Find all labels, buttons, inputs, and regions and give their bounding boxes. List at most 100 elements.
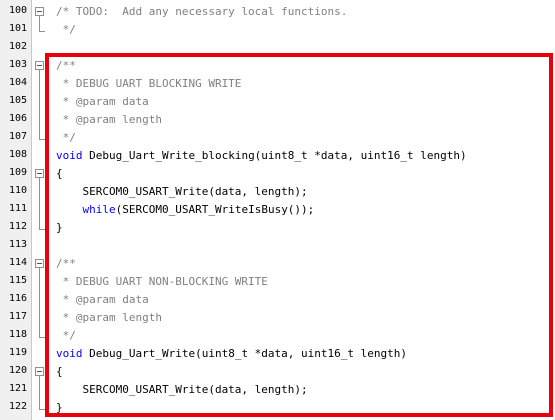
- code-line[interactable]: 114 /**: [0, 255, 555, 273]
- line-number: 104: [8, 77, 27, 88]
- line-number: 108: [8, 149, 27, 160]
- code-token: SERCOM0_USART_Write(data, length);: [56, 383, 308, 396]
- code-text: * DEBUG UART NON-BLOCKING WRITE: [56, 275, 268, 288]
- comment-token: /* TODO: Add any necessary local functio…: [56, 5, 348, 18]
- fold-toggle-icon[interactable]: [35, 169, 44, 178]
- line-number: 120: [8, 365, 27, 376]
- code-line[interactable]: 103 /**: [0, 57, 555, 75]
- code-token: {: [56, 365, 63, 378]
- code-text: /* TODO: Add any necessary local functio…: [56, 5, 347, 18]
- line-number: 103: [8, 59, 27, 70]
- fold-guide: [39, 75, 40, 93]
- code-line[interactable]: 109 {: [0, 165, 555, 183]
- code-text: void Debug_Uart_Write(uint8_t *data, uin…: [56, 347, 407, 360]
- comment-token: */: [56, 329, 76, 342]
- code-text: * @param data: [56, 293, 149, 306]
- fold-guide: [39, 183, 40, 201]
- fold-toggle-icon[interactable]: [35, 259, 44, 268]
- code-text: }: [56, 401, 63, 414]
- code-token: {: [56, 167, 63, 180]
- line-number: 111: [8, 203, 27, 214]
- code-line[interactable]: 121 SERCOM0_USART_Write(data, length);: [0, 381, 555, 399]
- fold-end-marker: [39, 337, 45, 338]
- fold-guide: [39, 201, 40, 219]
- code-text: * DEBUG UART BLOCKING WRITE: [56, 77, 242, 90]
- code-line[interactable]: 122}: [0, 399, 555, 417]
- code-line[interactable]: 112}: [0, 219, 555, 237]
- code-line[interactable]: 111 while(SERCOM0_USART_WriteIsBusy());: [0, 201, 555, 219]
- fold-toggle-icon[interactable]: [35, 61, 44, 70]
- comment-token: /**: [56, 257, 76, 270]
- code-text: SERCOM0_USART_Write(data, length);: [56, 383, 308, 396]
- fold-guide: [39, 291, 40, 309]
- code-line[interactable]: 108 void Debug_Uart_Write_blocking(uint8_…: [0, 147, 555, 165]
- code-line[interactable]: 100 /* TODO: Add any necessary local func…: [0, 3, 555, 21]
- line-number: 112: [8, 221, 27, 232]
- code-line[interactable]: 119 void Debug_Uart_Write(uint8_t *data, …: [0, 345, 555, 363]
- line-number: 122: [8, 401, 27, 412]
- code-token: Debug_Uart_Write(uint8_t *data, uint16_t…: [82, 347, 408, 360]
- code-line[interactable]: 107 */: [0, 129, 555, 147]
- line-number: 100: [8, 5, 27, 16]
- fold-end-marker: [39, 139, 45, 140]
- code-line[interactable]: 105 * @param data: [0, 93, 555, 111]
- code-text: {: [56, 365, 63, 378]
- code-token: Debug_Uart_Write_blocking(uint8_t *data,…: [82, 149, 467, 162]
- line-number: 109: [8, 167, 27, 178]
- fold-toggle-icon[interactable]: [35, 367, 44, 376]
- code-text: * @param length: [56, 311, 162, 324]
- code-editor[interactable]: 100 /* TODO: Add any necessary local func…: [0, 0, 555, 420]
- line-number: 121: [8, 383, 27, 394]
- code-token: (SERCOM0_USART_WriteIsBusy());: [115, 203, 315, 216]
- code-line[interactable]: 104 * DEBUG UART BLOCKING WRITE: [0, 75, 555, 93]
- comment-token: * @param length: [56, 311, 162, 324]
- line-number: 113: [8, 239, 27, 250]
- code-text: void Debug_Uart_Write_blocking(uint8_t *…: [56, 149, 467, 162]
- fold-end-marker: [39, 229, 45, 230]
- keyword-token: void: [56, 149, 83, 162]
- code-text: /**: [56, 257, 76, 270]
- line-number: 116: [8, 293, 27, 304]
- line-number: 106: [8, 113, 27, 124]
- line-number: 119: [8, 347, 27, 358]
- code-line[interactable]: 106 * @param length: [0, 111, 555, 129]
- code-text: /**: [56, 59, 76, 72]
- line-number: 110: [8, 185, 27, 196]
- line-number: 107: [8, 131, 27, 142]
- code-line[interactable]: 117 * @param length: [0, 309, 555, 327]
- code-line[interactable]: 116 * @param data: [0, 291, 555, 309]
- code-text: */: [56, 23, 76, 36]
- fold-guide: [39, 399, 40, 409]
- code-text: while(SERCOM0_USART_WriteIsBusy());: [56, 203, 315, 216]
- keyword-token: void: [56, 347, 83, 360]
- comment-token: * @param data: [56, 293, 149, 306]
- comment-token: /**: [56, 59, 76, 72]
- fold-toggle-icon[interactable]: [35, 7, 44, 16]
- fold-end-marker: [39, 409, 45, 410]
- fold-end-marker: [39, 31, 45, 32]
- comment-token: */: [56, 23, 76, 36]
- code-line[interactable]: 113: [0, 237, 555, 255]
- fold-guide: [39, 327, 40, 337]
- line-number: 117: [8, 311, 27, 322]
- fold-guide: [39, 21, 40, 31]
- fold-guide: [39, 93, 40, 111]
- code-line[interactable]: 115 * DEBUG UART NON-BLOCKING WRITE: [0, 273, 555, 291]
- code-line[interactable]: 110 SERCOM0_USART_Write(data, length);: [0, 183, 555, 201]
- line-number: 102: [8, 41, 27, 52]
- code-line[interactable]: 101 */: [0, 21, 555, 39]
- line-number: 101: [8, 23, 27, 34]
- comment-token: * @param length: [56, 113, 162, 126]
- code-line[interactable]: 120 {: [0, 363, 555, 381]
- line-number: 118: [8, 329, 27, 340]
- line-number: 105: [8, 95, 27, 106]
- fold-guide: [39, 273, 40, 291]
- code-line[interactable]: 102: [0, 39, 555, 57]
- comment-token: * @param data: [56, 95, 149, 108]
- comment-token: * DEBUG UART BLOCKING WRITE: [56, 77, 242, 90]
- fold-guide: [39, 309, 40, 327]
- code-text: SERCOM0_USART_Write(data, length);: [56, 185, 308, 198]
- code-line[interactable]: 118 */: [0, 327, 555, 345]
- code-token: SERCOM0_USART_Write(data, length);: [56, 185, 308, 198]
